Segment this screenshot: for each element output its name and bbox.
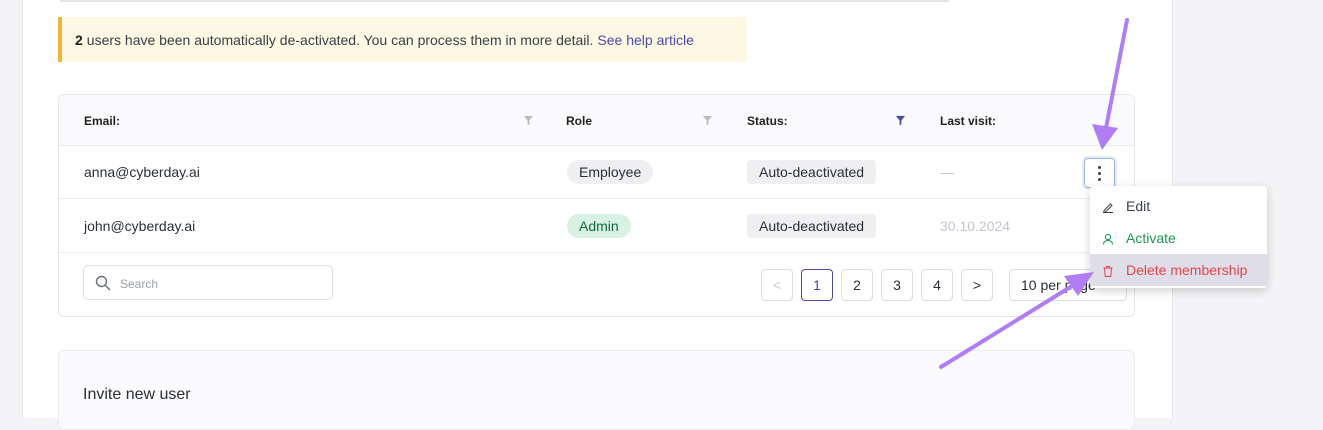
row-email: anna@cyberday.ai [84,164,200,180]
search-box [83,265,333,300]
column-header-status: Status: [747,114,788,128]
status-badge: Auto-deactivated [747,160,877,184]
filter-icon-role[interactable] [702,115,713,126]
filter-icon-status[interactable] [895,115,906,126]
kebab-dot [1098,172,1101,175]
pagination-page-3[interactable]: 3 [881,269,913,301]
search-icon [95,275,111,291]
help-article-link[interactable]: See help article [597,32,694,48]
notice-count: 2 [75,31,83,48]
menu-item-label: Activate [1126,230,1176,246]
invite-user-card: Invite new user [58,350,1135,430]
row-actions-button[interactable] [1084,158,1115,188]
pagination-page-1[interactable]: 1 [801,269,833,301]
pagination-page-4[interactable]: 4 [921,269,953,301]
deactivation-notice: 2 users have been automatically de-activ… [58,17,747,62]
pencil-icon [1103,203,1113,213]
table-row: john@cyberday.ai Admin Auto-deactivated … [59,199,1134,253]
trash-icon [1103,266,1113,277]
pagination-next-button[interactable]: > [961,269,993,301]
pagination-prev-button[interactable]: < [761,269,793,301]
menu-item-activate[interactable]: Activate [1090,222,1267,254]
status-badge: Auto-deactivated [747,214,877,238]
table-row: anna@cyberday.ai Employee Auto-deactivat… [59,145,1134,199]
column-header-email: Email: [84,114,121,128]
role-badge: Employee [567,160,654,184]
pagination-page-2[interactable]: 2 [841,269,873,301]
menu-item-delete-membership[interactable]: Delete membership [1090,254,1267,286]
search-input[interactable] [118,274,322,294]
user-icon [1102,233,1114,245]
menu-item-label: Delete membership [1126,262,1248,278]
filter-icon-email[interactable] [523,115,534,126]
row-email: john@cyberday.ai [84,218,196,234]
column-header-last-visit: Last visit: [940,114,997,128]
menu-item-label: Edit [1126,198,1151,214]
table-header: Email: Role Status: Last visit: [59,95,1134,146]
menu-item-edit[interactable]: Edit [1090,190,1267,222]
notice-message: users have been automatically de-activat… [86,31,594,48]
kebab-dot [1098,166,1101,169]
column-header-role: Role [566,114,593,128]
users-table-card: Email: Role Status: Last visit: anna@cyb… [58,94,1135,317]
kebab-dot [1098,178,1101,181]
invite-title: Invite new user [83,386,191,403]
role-badge: Admin [567,214,631,238]
divider [60,0,949,2]
row-last-visit: 30.10.2024 [940,218,1011,234]
row-actions-menu: Edit Activate Delete membership [1090,186,1267,288]
row-last-visit: — [940,164,954,180]
